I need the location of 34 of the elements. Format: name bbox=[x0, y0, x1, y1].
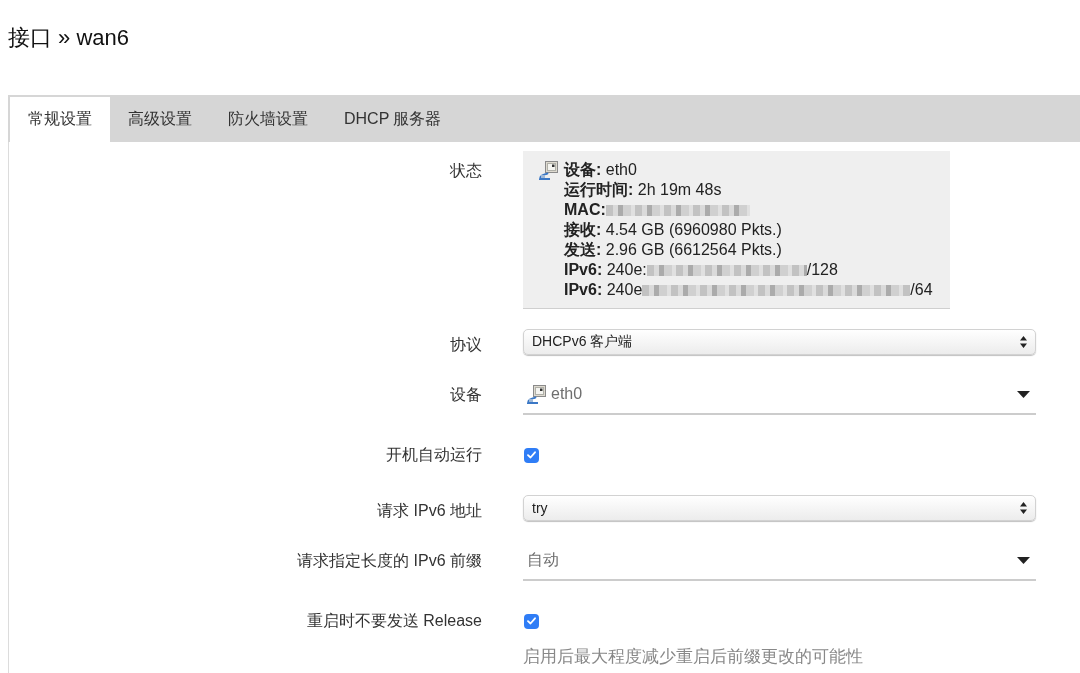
tab[interactable]: 防火墙设置 bbox=[210, 97, 326, 142]
status-line: IPv6: 240e: bbox=[564, 260, 647, 280]
status-line-suffix: /128 bbox=[806, 260, 838, 280]
status-line: 设备: eth0 bbox=[564, 160, 637, 180]
up-down-arrows-icon bbox=[1020, 336, 1027, 348]
field-label: 状态 bbox=[450, 161, 482, 181]
tick-icon bbox=[527, 451, 536, 459]
dropdown-field[interactable]: eth0 bbox=[523, 375, 1036, 415]
status-line: 发送: 2.96 GB (6612564 Pkts.) bbox=[564, 240, 782, 260]
tick-icon bbox=[527, 617, 536, 625]
field-label: 请求指定长度的 IPv6 前缀 bbox=[297, 551, 482, 571]
select-field[interactable]: DHCPv6 客户端 bbox=[523, 329, 1036, 355]
caret-icon bbox=[1017, 556, 1030, 564]
field-label: 开机自动运行 bbox=[386, 445, 482, 465]
tab[interactable]: 常规设置 bbox=[10, 97, 110, 142]
status-line: IPv6: 240e bbox=[564, 280, 643, 300]
page-title: 接口 » wan6 bbox=[8, 24, 130, 52]
field-label: 设备 bbox=[450, 385, 482, 405]
status-line: 运行时间: 2h 19m 48s bbox=[564, 180, 722, 200]
dropdown-field[interactable]: 自动 bbox=[523, 541, 1036, 581]
tab[interactable]: DHCP 服务器 bbox=[326, 97, 460, 142]
select-field[interactable]: try bbox=[523, 495, 1036, 521]
status-line: MAC: bbox=[564, 200, 606, 220]
field-label: 重启时不要发送 Release bbox=[306, 611, 482, 631]
up-down-arrows-icon bbox=[1020, 502, 1027, 514]
status-line-suffix: /64 bbox=[910, 280, 933, 300]
checkbox[interactable] bbox=[524, 447, 539, 463]
field-label: 协议 bbox=[450, 335, 482, 355]
field-label: 请求 IPv6 地址 bbox=[377, 501, 482, 521]
tab[interactable]: 高级设置 bbox=[110, 97, 210, 142]
caret-icon bbox=[1017, 390, 1030, 398]
checkbox[interactable] bbox=[524, 613, 539, 629]
status-line: 接收: 4.54 GB (6960980 Pkts.) bbox=[564, 220, 782, 240]
help-text: 启用后最大程度减少重启后前缀更改的可能性 bbox=[523, 647, 863, 667]
